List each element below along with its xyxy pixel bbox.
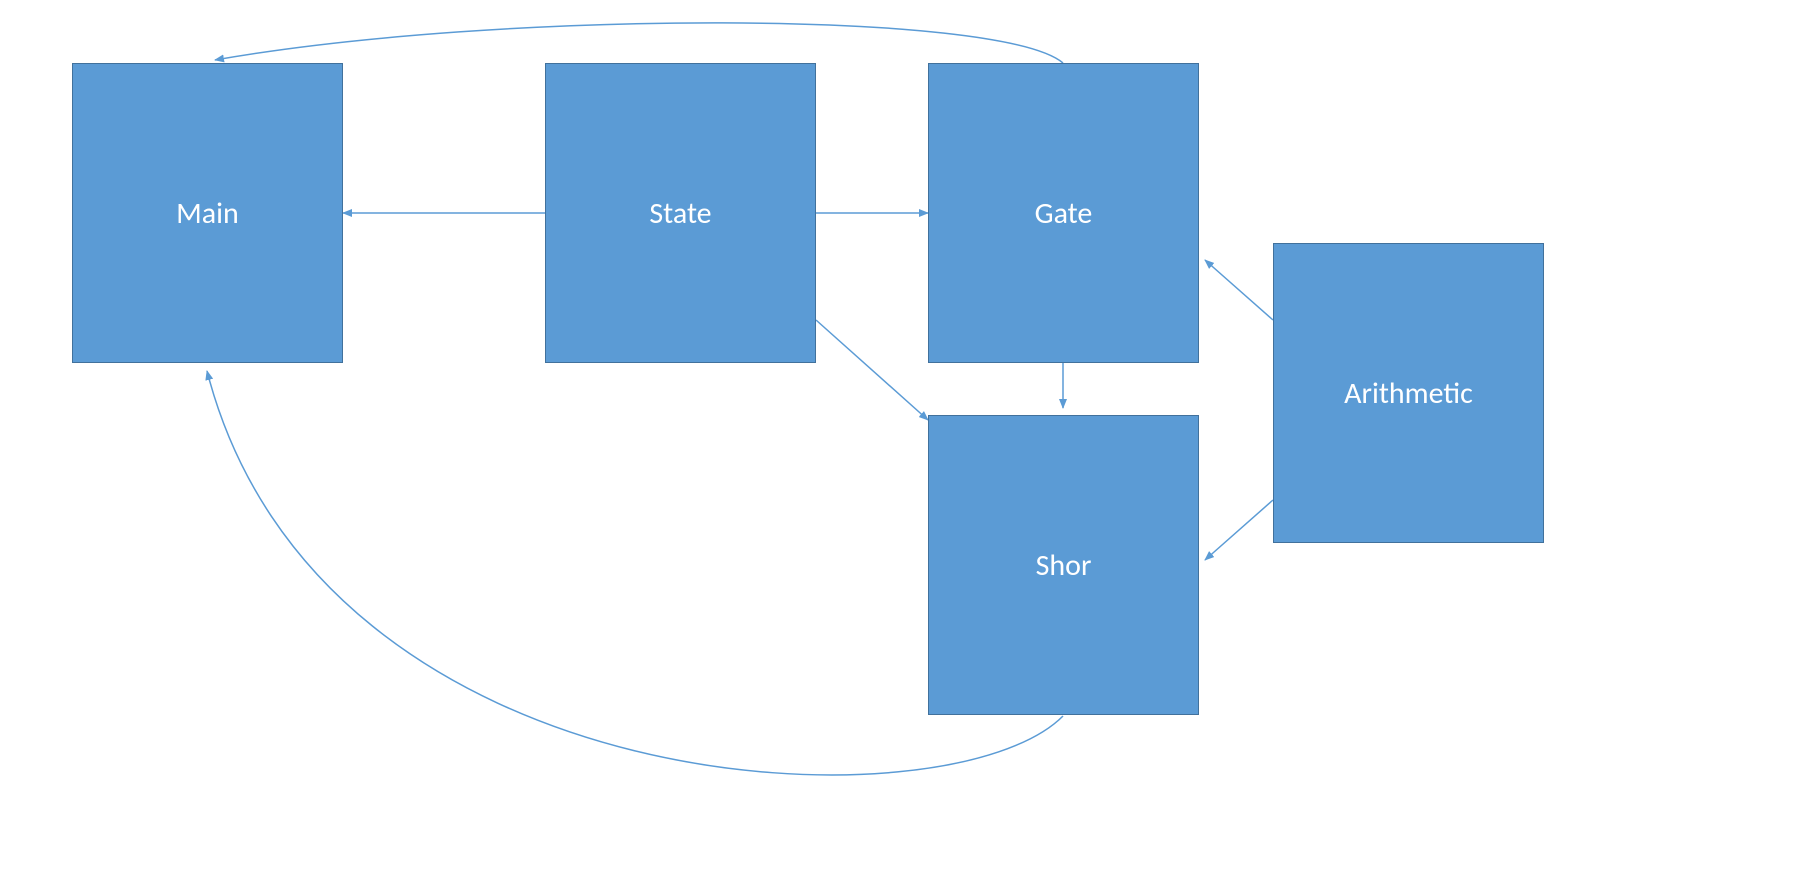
node-gate: Gate: [928, 63, 1199, 363]
node-shor: Shor: [928, 415, 1199, 715]
node-state-label: State: [649, 195, 711, 232]
arrow-arithmetic-to-shor: [1205, 500, 1273, 560]
arrow-arithmetic-to-gate: [1205, 260, 1273, 320]
arrow-state-to-shor: [816, 320, 928, 420]
node-state: State: [545, 63, 816, 363]
node-main-label: Main: [176, 195, 239, 232]
node-arithmetic-label: Arithmetic: [1344, 375, 1473, 412]
node-gate-label: Gate: [1035, 195, 1093, 232]
diagram-canvas: Main State Gate Shor Arithmetic: [0, 0, 1808, 892]
node-main: Main: [72, 63, 343, 363]
arrow-gate-to-main: [215, 23, 1063, 63]
node-shor-label: Shor: [1036, 547, 1092, 584]
node-arithmetic: Arithmetic: [1273, 243, 1544, 543]
